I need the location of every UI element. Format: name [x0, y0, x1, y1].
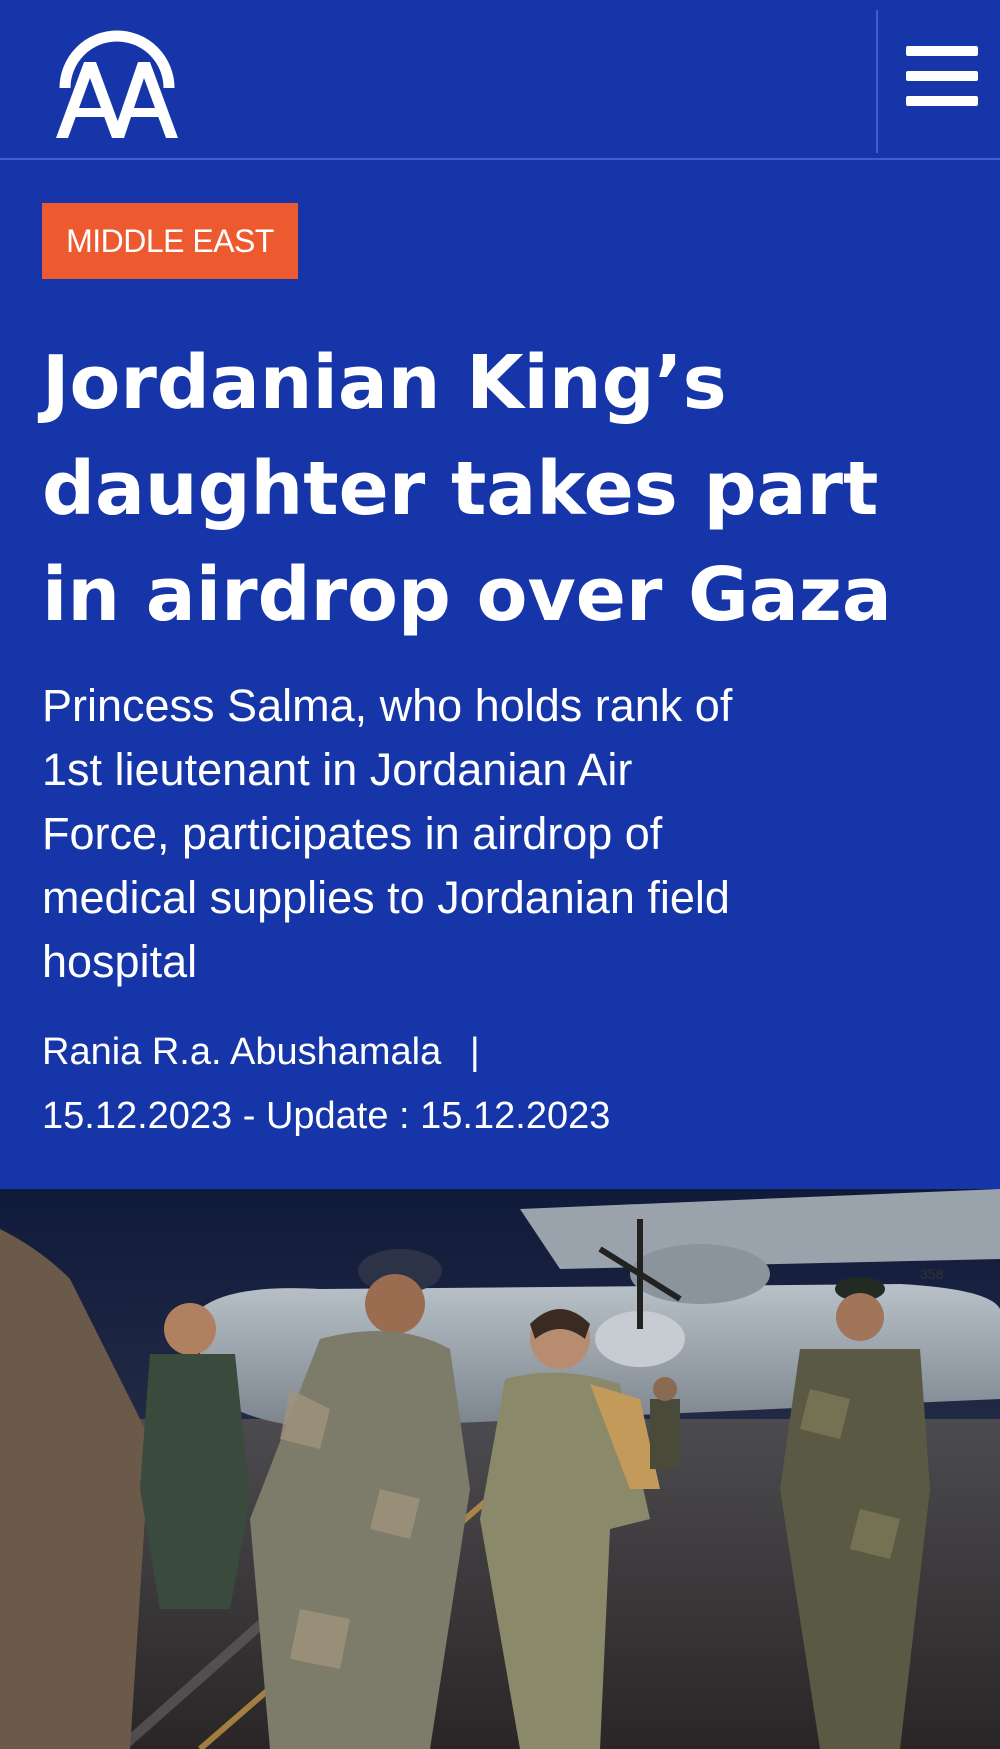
menu-bar-middle — [906, 71, 978, 81]
headline-line: in airdrop over Gaza — [42, 552, 892, 638]
summary-line: hospital — [42, 936, 198, 987]
aircraft-tail-number: 358 — [920, 1266, 944, 1282]
article-summary: Princess Salma, who holds rank of 1st li… — [42, 674, 922, 994]
summary-line: 1st lieutenant in Jordanian Air — [42, 744, 633, 795]
article-photo[interactable]: 358 — [0, 1189, 1000, 1749]
byline-separator: | — [469, 1031, 480, 1073]
summary-line: Princess Salma, who holds rank of — [42, 680, 733, 731]
hamburger-menu-icon[interactable] — [902, 40, 980, 118]
top-navigation-bar: AA — [0, 0, 1000, 160]
menu-bar-bottom — [906, 96, 978, 106]
summary-line: Force, participates in airdrop of — [42, 808, 663, 859]
summary-line: medical supplies to Jordanian field — [42, 872, 730, 923]
article-headline: Jordanian King’s daughter takes part in … — [42, 330, 962, 648]
category-badge[interactable]: MIDDLE EAST — [42, 203, 298, 279]
headline-line: Jordanian King’s — [42, 340, 727, 426]
person-flight-suit — [140, 1354, 250, 1609]
aa-logo[interactable]: AA — [52, 22, 182, 144]
logo-text: AA — [52, 22, 54, 23]
publish-dates: 15.12.2023 - Update : 15.12.2023 — [42, 1095, 611, 1137]
headline-line: daughter takes part — [42, 446, 879, 532]
header-divider — [876, 10, 878, 153]
author-name[interactable]: Rania R.a. Abushamala — [42, 1031, 441, 1073]
byline: Rania R.a. Abushamala | — [42, 1022, 480, 1082]
menu-bar-top — [906, 46, 978, 56]
